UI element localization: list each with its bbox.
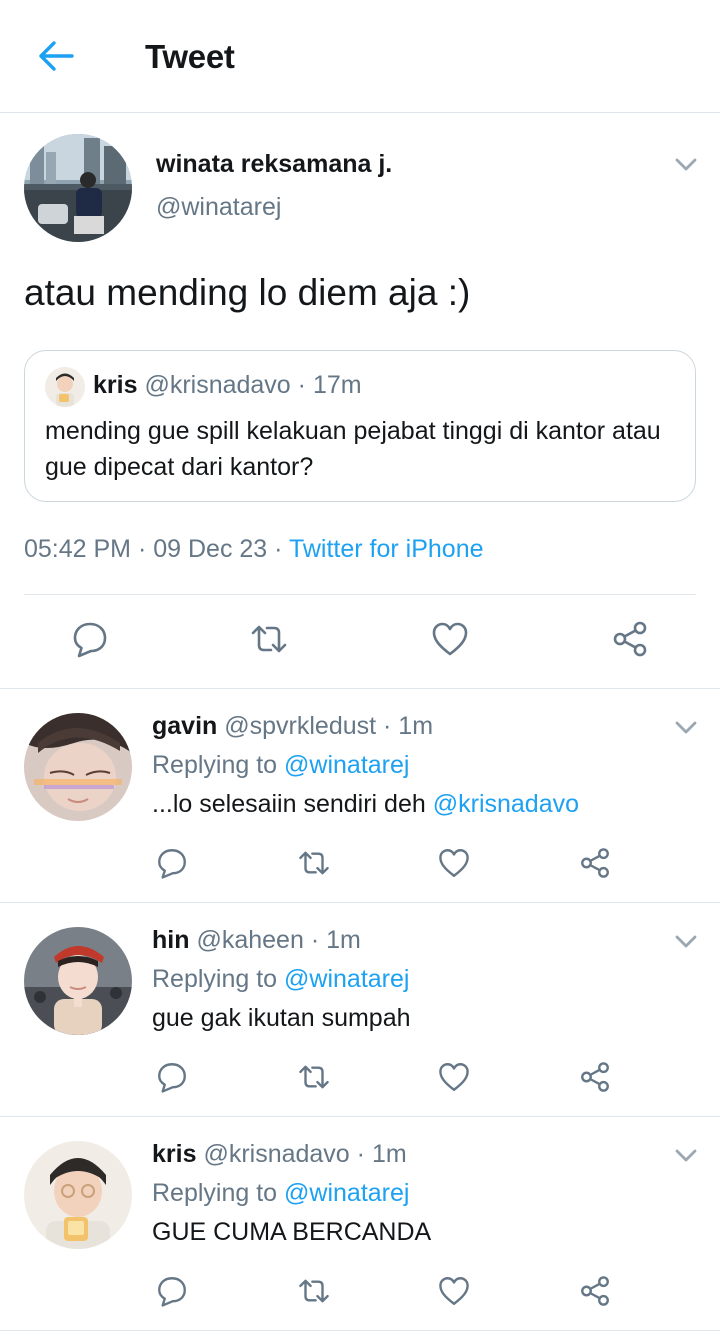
arrow-left-icon (39, 41, 74, 71)
replying-to-mention[interactable]: @winatarej (284, 1179, 409, 1207)
replying-to: Replying to @winatarej (152, 751, 409, 780)
retweet-icon (251, 625, 287, 653)
replying-to-mention[interactable]: @winatarej (284, 965, 409, 993)
reply-button[interactable] (67, 616, 113, 662)
retweet-button[interactable] (291, 1268, 337, 1314)
reply-bubble-icon (158, 849, 186, 879)
heart-icon (439, 1063, 469, 1091)
app-header: Tweet (0, 0, 720, 113)
quote-avatar (45, 367, 85, 407)
like-button[interactable] (431, 840, 477, 886)
author-name[interactable]: hin (152, 926, 190, 954)
back-button[interactable] (34, 36, 78, 76)
tweet-menu-button[interactable] (672, 150, 700, 178)
heart-icon (439, 1277, 469, 1305)
share-button[interactable] (572, 1268, 618, 1314)
reply-bubble-icon (158, 1063, 186, 1093)
author-name[interactable]: gavin (152, 712, 217, 740)
heart-icon (439, 849, 469, 877)
quoted-tweet[interactable]: kris @krisnadavo · 17m mending gue spill… (24, 350, 696, 502)
replying-to-mention[interactable]: @winatarej (284, 751, 409, 779)
tweet-menu-button[interactable] (672, 1141, 700, 1169)
tweet-time: · 1m (383, 712, 434, 740)
page-title: Tweet (145, 38, 235, 75)
author-handle[interactable]: @kaheen (196, 926, 303, 954)
chevron-down-icon (675, 1149, 697, 1162)
heart-icon (432, 622, 468, 656)
avatar[interactable] (24, 134, 132, 242)
share-button[interactable] (572, 840, 618, 886)
reply-bubble-icon (73, 622, 107, 658)
replying-to-label: Replying to (152, 751, 278, 779)
replying-to-label: Replying to (152, 965, 278, 993)
author-name[interactable]: kris (152, 1140, 196, 1168)
like-button[interactable] (431, 1054, 477, 1100)
quote-author-handle: @krisnadavo (144, 371, 291, 399)
author-handle[interactable]: @krisnadavo (203, 1140, 349, 1168)
reply-tweet[interactable]: hin @kaheen · 1m Replying to @winatarej … (0, 903, 720, 1116)
retweet-icon (299, 1065, 329, 1089)
tweet-metadata: 05:42 PM · 09 Dec 23 · Twitter for iPhon… (24, 535, 484, 564)
share-button[interactable] (572, 1054, 618, 1100)
tweet-time: 05:42 PM (24, 535, 132, 563)
replying-to-label: Replying to (152, 1179, 278, 1207)
share-button[interactable] (607, 616, 653, 662)
avatar[interactable] (24, 1141, 132, 1249)
like-button[interactable] (427, 616, 473, 662)
tweet-text-body: gue gak ikutan sumpah (152, 1004, 411, 1032)
reply-tweet[interactable]: gavin @spvrkledust · 1m Replying to @win… (0, 689, 720, 902)
tweet-date: · 09 Dec 23 · (137, 535, 283, 563)
tweet-menu-button[interactable] (672, 713, 700, 741)
avatar[interactable] (24, 713, 132, 821)
chevron-down-icon (675, 721, 697, 734)
replying-to: Replying to @winatarej (152, 965, 409, 994)
share-icon (581, 1276, 609, 1306)
tweet-menu-button[interactable] (672, 927, 700, 955)
reply-button[interactable] (149, 840, 195, 886)
tweet-mention[interactable]: @krisnadavo (433, 790, 579, 818)
retweet-icon (299, 851, 329, 875)
tweet-text: ...lo selesaiin sendiri deh @krisnadavo (152, 790, 579, 819)
tweet-source-link[interactable]: Twitter for iPhone (289, 535, 484, 563)
quote-header: kris @krisnadavo · 17m (93, 371, 362, 400)
tweet-text: gue gak ikutan sumpah (152, 1004, 411, 1033)
share-icon (613, 621, 647, 657)
reply-button[interactable] (149, 1054, 195, 1100)
retweet-button[interactable] (291, 1054, 337, 1100)
reply-header: gavin @spvrkledust · 1m (152, 712, 433, 741)
author-handle[interactable]: @spvrkledust (224, 712, 376, 740)
tweet-text-body: GUE CUMA BERCANDA (152, 1218, 432, 1246)
avatar[interactable] (24, 927, 132, 1035)
quote-text: mending gue spill kelakuan pejabat tingg… (45, 417, 661, 481)
share-icon (581, 1062, 609, 1092)
tweet-time: · 1m (310, 926, 361, 954)
chevron-down-icon (675, 158, 697, 171)
reply-header: hin @kaheen · 1m (152, 926, 361, 955)
reply-bubble-icon (158, 1277, 186, 1307)
quote-author-name: kris (93, 371, 138, 399)
reply-button[interactable] (149, 1268, 195, 1314)
replying-to: Replying to @winatarej (152, 1179, 409, 1208)
tweet-time: · 1m (356, 1140, 407, 1168)
retweet-button[interactable] (246, 616, 292, 662)
retweet-icon (299, 1279, 329, 1303)
reply-tweet[interactable]: kris @krisnadavo · 1m Replying to @winat… (0, 1117, 720, 1330)
share-icon (581, 848, 609, 878)
tweet-text: GUE CUMA BERCANDA (152, 1218, 431, 1247)
divider (0, 1330, 720, 1331)
tweet-text: atau mending lo diem aja :) (24, 272, 471, 313)
author-handle[interactable]: @winatarej (156, 193, 281, 222)
divider (24, 594, 696, 595)
retweet-button[interactable] (291, 840, 337, 886)
like-button[interactable] (431, 1268, 477, 1314)
reply-header: kris @krisnadavo · 1m (152, 1140, 407, 1169)
quote-time: · 17m (297, 371, 362, 399)
chevron-down-icon (675, 935, 697, 948)
author-name[interactable]: winata reksamana j. (156, 150, 392, 179)
tweet-text-body: ...lo selesaiin sendiri deh (152, 790, 426, 818)
